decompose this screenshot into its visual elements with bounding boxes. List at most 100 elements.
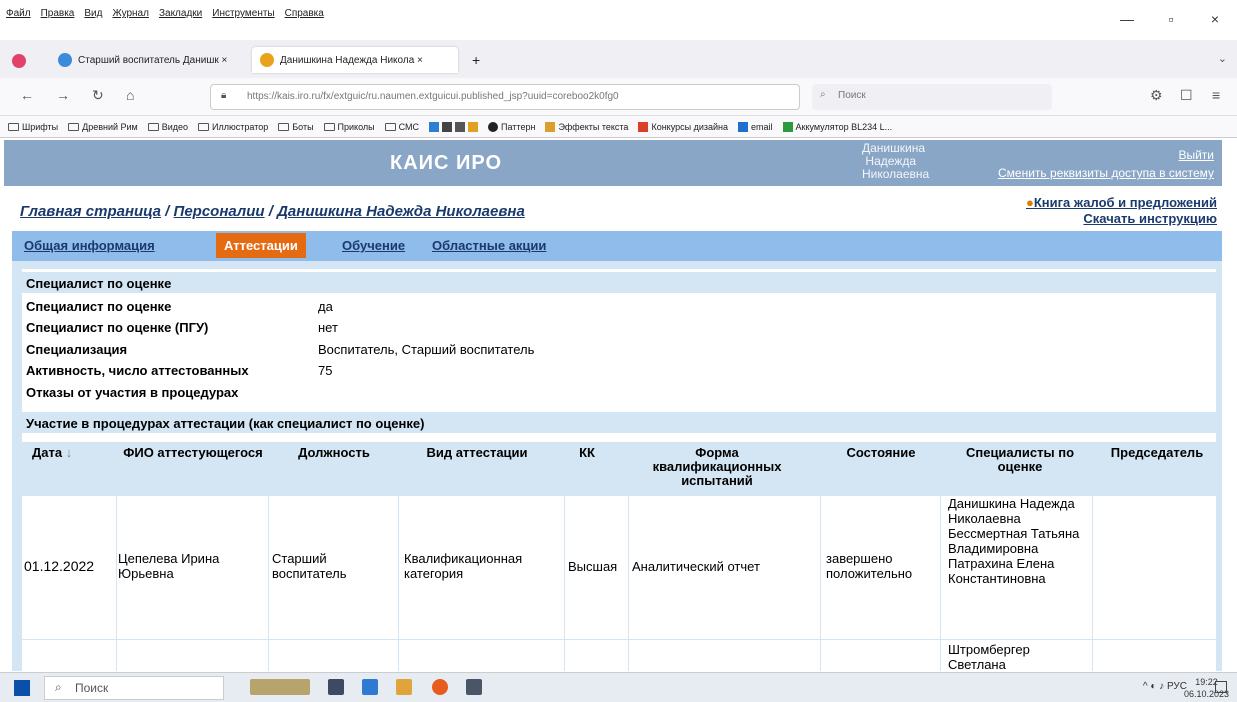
col-date[interactable]: Дата ↓ xyxy=(32,446,112,460)
site-header: КАИС ИРО Данишкина Надежда Николаевна Вы… xyxy=(4,140,1222,186)
bookmark-icons[interactable] xyxy=(429,121,479,132)
menu-help[interactable]: Справка xyxy=(285,8,324,19)
breadcrumb-home[interactable]: Главная страница xyxy=(20,203,161,220)
bookmark-email[interactable]: email xyxy=(738,121,773,132)
cell-form: Аналитический отчет xyxy=(632,559,760,574)
column-divider xyxy=(1092,442,1093,671)
bookmark-jokes[interactable]: Приколы xyxy=(323,122,375,132)
tray-icons[interactable]: ^ ◐ ♪ xyxy=(1143,681,1164,692)
col-kk[interactable]: КК xyxy=(562,446,612,460)
minimize-icon[interactable]: — xyxy=(1105,4,1149,34)
bookmark-label: Видео xyxy=(161,121,189,132)
lock-icon: 🔒︎ xyxy=(221,90,227,101)
taskbar: ⌕ Поиск ^ ◐ ♪ РУС 19:22 06.10.2023 xyxy=(0,672,1237,702)
tab-2[interactable]: Данишкина Надежда Никола × xyxy=(252,47,458,73)
close-icon[interactable]: × xyxy=(1193,4,1237,34)
bookmark-design-contests[interactable]: Конкурсы дизайна xyxy=(638,121,728,132)
complaints-link[interactable]: ●Книга жалоб и предложений xyxy=(1026,195,1217,211)
tab-general[interactable]: Общая информация xyxy=(24,238,155,253)
table-row[interactable]: 01.12.2022 Цепелева Ирина Юрьевна Старши… xyxy=(22,496,1216,640)
url-bar[interactable]: 🔒︎ https://kais.iro.ru/fx/extguic/ru.nau… xyxy=(210,84,800,110)
reload-icon[interactable]: ↻ xyxy=(92,87,104,104)
menu-history[interactable]: Журнал xyxy=(112,8,149,19)
logout-link[interactable]: Выйти xyxy=(1178,148,1214,162)
app-icon[interactable] xyxy=(466,679,482,695)
sort-icon: ↓ xyxy=(65,445,73,460)
bookmark-pattern[interactable]: Паттерн xyxy=(488,121,535,132)
bookmark-bots[interactable]: Боты xyxy=(278,121,314,132)
menu-icon[interactable]: ≡ xyxy=(1212,87,1220,103)
table-row[interactable]: Штромбергер Светлана xyxy=(22,640,1216,671)
firefox-view-icon[interactable] xyxy=(12,54,26,68)
search-placeholder: Поиск xyxy=(838,90,866,101)
bookmark-rome[interactable]: Древний Рим xyxy=(68,122,138,132)
notification-icon[interactable] xyxy=(1215,681,1227,693)
tab-attestations[interactable]: Аттестации xyxy=(216,233,306,258)
task-view-icon[interactable] xyxy=(328,679,344,695)
site-title: КАИС ИРО xyxy=(390,152,503,174)
manual-link[interactable]: Скачать инструкцию xyxy=(1026,211,1217,227)
tab-label: Данишкина Надежда Никола × xyxy=(280,54,423,66)
table-header: Дата ↓ ФИО аттестующегося Должность Вид … xyxy=(22,442,1216,496)
cell-experts: Данишкина Надежда Николаевна Бессмертная… xyxy=(948,496,1080,586)
news-widget-icon[interactable] xyxy=(250,679,310,695)
extensions-icon[interactable]: ⚙ xyxy=(1150,87,1163,104)
cell-type: Квалификационная категория xyxy=(404,551,523,581)
maximize-icon[interactable]: ▫ xyxy=(1149,4,1193,34)
cell-date: 01.12.2022 xyxy=(24,558,95,574)
back-icon[interactable]: ← xyxy=(20,87,34,103)
col-experts[interactable]: Специалисты по оценке xyxy=(944,446,1096,474)
menu-tools[interactable]: Инструменты xyxy=(212,8,274,19)
col-form[interactable]: Форма квалификационных испытаний xyxy=(632,446,802,488)
bookmark-text-effects[interactable]: Эффекты текста xyxy=(545,121,628,132)
column-divider xyxy=(820,442,821,671)
menu-edit[interactable]: Правка xyxy=(41,8,75,19)
bookmark-sms[interactable]: СМС xyxy=(384,122,419,132)
account-icon[interactable]: ☐ xyxy=(1180,87,1193,104)
tab-training[interactable]: Обучение xyxy=(342,238,405,253)
bookmark-icon xyxy=(545,121,556,132)
explorer-icon[interactable] xyxy=(396,679,412,695)
column-divider xyxy=(564,442,565,671)
windows-start-icon[interactable] xyxy=(14,680,30,696)
bookmark-label: Боты xyxy=(292,121,314,132)
search-box[interactable]: ⌕ Поиск xyxy=(812,84,1052,110)
menu-file[interactable]: Файл xyxy=(6,8,31,19)
folder-icon xyxy=(384,122,396,131)
new-tab-button[interactable]: + xyxy=(464,47,488,73)
tab-1[interactable]: Старший воспитатель Данишк × xyxy=(50,47,246,73)
bookmark-battery[interactable]: Аккумулятор BL234 L... xyxy=(782,121,893,132)
firefox-icon[interactable] xyxy=(432,679,448,695)
tab-label: Старший воспитатель Данишк × xyxy=(78,54,228,66)
content-panel: Специалист по оценке Специалист по оценк… xyxy=(12,261,1222,671)
col-state[interactable]: Состояние xyxy=(826,446,936,460)
section-title: Участие в процедурах аттестации (как спе… xyxy=(22,412,1216,433)
menu-view[interactable]: Вид xyxy=(84,8,102,19)
col-name[interactable]: ФИО аттестующегося xyxy=(118,446,268,460)
browser-menubar: Файл Правка Вид Журнал Закладки Инструме… xyxy=(0,0,1237,40)
store-icon[interactable] xyxy=(362,679,378,695)
tab-regional-actions[interactable]: Областные акции xyxy=(432,238,546,253)
breadcrumb-person[interactable]: Данишкина Надежда Николаевна xyxy=(277,203,525,220)
col-position[interactable]: Должность xyxy=(272,446,396,460)
bookmark-video[interactable]: Видео xyxy=(147,121,189,132)
browser-navbar: ← → ↻ ⌂ 🔒︎ https://kais.iro.ru/fx/extgui… xyxy=(0,78,1237,116)
home-icon[interactable]: ⌂ xyxy=(126,87,134,103)
bookmark-label: Аккумулятор BL234 L... xyxy=(795,121,893,132)
bookmark-illustrator[interactable]: Иллюстратор xyxy=(198,122,268,132)
menu-bookmarks[interactable]: Закладки xyxy=(159,8,202,19)
chevron-down-icon[interactable]: ⌄ xyxy=(1218,52,1227,65)
taskbar-search[interactable]: ⌕ Поиск xyxy=(44,676,224,700)
bookmark-label: Иллюстратор xyxy=(212,121,269,132)
screen: Файл Правка Вид Журнал Закладки Инструме… xyxy=(0,0,1237,702)
field-label: Специалист по оценке (ПГУ) xyxy=(26,320,209,335)
forward-icon[interactable]: → xyxy=(56,87,70,103)
col-type[interactable]: Вид аттестации xyxy=(402,446,552,460)
breadcrumb-personnel[interactable]: Персоналии xyxy=(174,203,265,220)
col-chair[interactable]: Председатель xyxy=(1096,446,1216,460)
bookmark-fonts[interactable]: Шрифты xyxy=(8,122,58,132)
folder-icon xyxy=(323,122,335,131)
folder-icon xyxy=(147,122,159,131)
change-credentials-link[interactable]: Сменить реквизиты доступа в систему xyxy=(998,166,1214,180)
col-label: Дата xyxy=(32,445,63,460)
